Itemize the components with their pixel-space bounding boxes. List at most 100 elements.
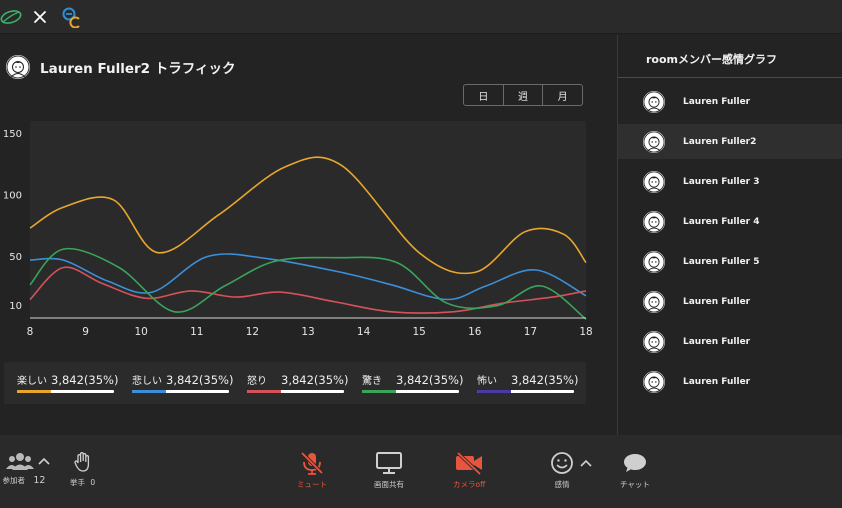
legend-item-fun: 楽しい 3,842(35%): [17, 362, 118, 404]
member-name: Lauren Fuller2: [683, 136, 757, 147]
legend-value: 3,842(35%): [281, 373, 349, 387]
legend-bar-fill: [477, 390, 511, 393]
legend-label: 悲しい: [132, 376, 162, 387]
member-item[interactable]: Lauren Fuller 5: [618, 244, 842, 279]
chat-label: チャット: [620, 480, 650, 489]
period-day-button[interactable]: 日: [464, 85, 504, 105]
ec-logo-icon: [60, 6, 84, 28]
x-tick-label: 12: [246, 326, 259, 338]
x-tick-label: 15: [413, 326, 426, 338]
member-avatar: [643, 370, 665, 393]
participants-button[interactable]: 参加者 12: [3, 451, 50, 486]
member-avatar: [643, 290, 665, 313]
camera-off-icon: [456, 451, 483, 475]
x-tick-label: 11: [190, 326, 203, 338]
x-tick-label: 10: [135, 326, 148, 338]
chat-bubble-icon: [623, 454, 646, 472]
legend-bar-fill: [132, 390, 166, 393]
top-bar: [0, 0, 842, 34]
member-name: Lauren Fuller: [683, 336, 751, 347]
chat-button[interactable]: チャット: [620, 451, 650, 490]
legend-bar: [132, 390, 229, 393]
mute-button[interactable]: ミュート: [297, 451, 327, 490]
chevron-up-icon[interactable]: [38, 457, 50, 465]
leaf-logo-icon: [0, 6, 22, 28]
mute-label: ミュート: [297, 480, 327, 489]
camera-off-label: カメラoff: [453, 480, 486, 489]
sidebar-divider: [618, 77, 842, 78]
panel-header: Lauren Fuller2 トラフィック: [6, 55, 236, 79]
traffic-panel: Lauren Fuller2 トラフィック 日 週 月 150 100 50 10 8…: [0, 35, 617, 435]
legend-value: 3,842(35%): [166, 373, 234, 387]
legend-label: 怒り: [247, 376, 267, 387]
x-tick-label: 8: [27, 326, 34, 338]
legend-label: 楽しい: [17, 376, 47, 387]
y-tick-label: 10: [9, 301, 22, 312]
period-week-button[interactable]: 週: [504, 85, 544, 105]
emotion-line-chart: 150 100 50 10 8 9 10 11 12 13 14 15 16 17 18: [0, 121, 600, 343]
member-item[interactable]: Lauren Fuller2: [618, 124, 842, 159]
legend-item-fear: 怖い 3,842(35%): [477, 362, 579, 404]
legend-label: 怖い: [477, 376, 497, 387]
legend-bar: [17, 390, 114, 393]
x-tick-label: 14: [357, 326, 371, 338]
member-sidebar: roomメンバー感情グラフ Lauren Fuller Lauren Fuller…: [617, 35, 842, 435]
member-name: Lauren Fuller: [683, 96, 751, 107]
member-avatar: [643, 130, 665, 153]
emotion-button[interactable]: 感情: [538, 451, 592, 490]
legend-label: 驚き: [362, 376, 382, 387]
member-item[interactable]: Lauren Fuller: [618, 324, 842, 359]
legend-bar-fill: [247, 390, 281, 393]
member-item[interactable]: Lauren Fuller 4: [618, 204, 842, 239]
member-item[interactable]: Lauren Fuller: [618, 364, 842, 399]
member-avatar: [643, 210, 665, 233]
chart-canvas: 150 100 50 10 8 9 10 11 12 13 14 15 16 17 18: [3, 121, 593, 338]
legend-item-surprise: 驚き 3,842(35%): [362, 362, 464, 404]
mic-off-icon: [300, 451, 324, 475]
period-month-button[interactable]: 月: [543, 85, 582, 105]
member-item[interactable]: Lauren Fuller: [618, 284, 842, 319]
legend-bar: [362, 390, 459, 393]
bottom-toolbar: 参加者 12 挙手 0 ミュート 画面共有 カメラoff 感情 チャット: [0, 435, 842, 508]
chevron-up-icon[interactable]: [580, 459, 592, 467]
member-avatar: [643, 250, 665, 273]
member-name: Lauren Fuller 4: [683, 216, 760, 227]
member-name: Lauren Fuller: [683, 296, 751, 307]
member-name: Lauren Fuller 3: [683, 176, 760, 187]
x-tick-label: 9: [82, 326, 89, 338]
raise-hand-button[interactable]: 挙手 0: [70, 451, 95, 488]
raise-hand-count: 0: [90, 478, 96, 487]
legend-bar-fill: [362, 390, 396, 393]
x-tick-label: 17: [524, 326, 537, 338]
screen-share-button[interactable]: 画面共有: [374, 451, 404, 490]
member-item[interactable]: Lauren Fuller 3: [618, 164, 842, 199]
legend-bar-fill: [17, 390, 51, 393]
legend-bar: [247, 390, 344, 393]
legend-value: 3,842(35%): [511, 373, 579, 387]
period-switcher: 日 週 月: [463, 84, 583, 106]
x-tick-label: 16: [468, 326, 482, 338]
x-tick-label: 18: [579, 326, 592, 338]
member-name: Lauren Fuller 5: [683, 256, 760, 267]
participants-icon: [6, 453, 34, 470]
y-tick-label: 50: [9, 252, 22, 263]
page-title: Lauren Fuller2 トラフィック: [40, 61, 236, 77]
member-avatar: [643, 90, 665, 113]
legend-value: 3,842(35%): [396, 373, 464, 387]
y-tick-label: 150: [3, 129, 22, 140]
raise-hand-icon: [73, 452, 89, 472]
emotion-legend: 楽しい 3,842(35%) 悲しい 3,842(35%) 怒り 3,842(35%)…: [4, 362, 586, 404]
y-tick-label: 100: [3, 190, 22, 201]
raise-hand-label: 挙手: [70, 478, 85, 487]
app-window: Lauren Fuller2 トラフィック 日 週 月 150 100 50 10 8…: [0, 0, 842, 508]
member-item[interactable]: Lauren Fuller: [618, 84, 842, 119]
member-name: Lauren Fuller: [683, 376, 751, 387]
monitor-icon: [376, 452, 402, 474]
camera-off-button[interactable]: カメラoff: [453, 451, 485, 490]
participants-count: 12: [33, 475, 46, 486]
user-avatar: [6, 55, 30, 79]
close-icon[interactable]: [31, 6, 49, 28]
screen-share-label: 画面共有: [374, 480, 404, 489]
emotion-label: 感情: [554, 480, 570, 489]
legend-item-sad: 悲しい 3,842(35%): [132, 362, 234, 404]
